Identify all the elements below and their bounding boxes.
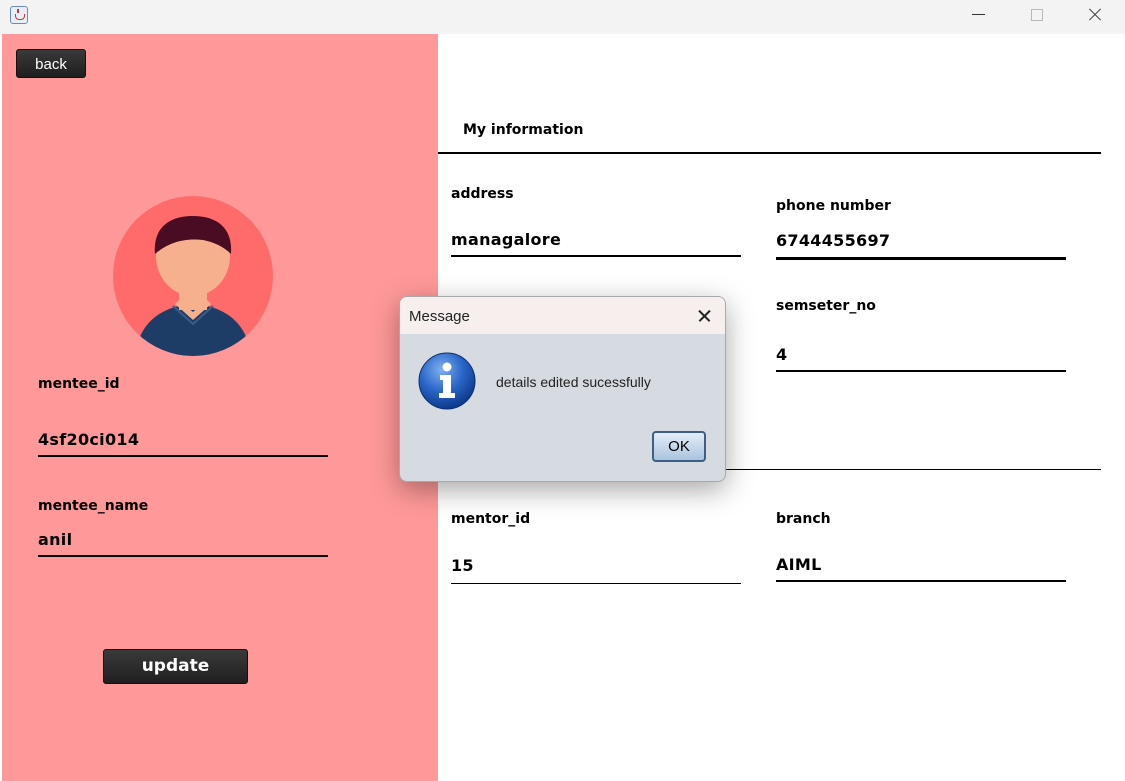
mentee-id-field[interactable]: 4sf20ci014 bbox=[38, 430, 139, 449]
semester-label: semseter_no bbox=[776, 298, 876, 314]
mentee-name-label: mentee_name bbox=[38, 498, 149, 514]
semester-underline bbox=[776, 370, 1066, 372]
mentor-id-field[interactable]: 15 bbox=[451, 556, 474, 575]
title-bar bbox=[0, 0, 1125, 34]
address-field[interactable]: managalore bbox=[451, 230, 561, 249]
phone-field[interactable]: 6744455697 bbox=[776, 231, 890, 250]
address-underline bbox=[451, 255, 741, 257]
top-divider bbox=[438, 152, 1101, 154]
back-button[interactable]: back bbox=[16, 49, 86, 78]
dialog-message: details edited sucessfully bbox=[496, 374, 651, 390]
mentor-id-label: mentor_id bbox=[451, 511, 531, 527]
profile-panel: back mentee_id 4sf20ci014 mentee_name an… bbox=[2, 34, 438, 781]
branch-underline bbox=[776, 580, 1066, 582]
branch-label: branch bbox=[776, 511, 831, 527]
message-dialog: Message details edited sucessfully OK bbox=[399, 296, 726, 482]
app-window: back mentee_id 4sf20ci014 mentee_name an… bbox=[0, 0, 1125, 781]
java-app-icon bbox=[10, 6, 28, 24]
avatar-icon bbox=[113, 196, 273, 356]
branch-field[interactable]: AIML bbox=[776, 555, 822, 574]
mentee-name-underline bbox=[38, 555, 328, 557]
semester-field[interactable]: 4 bbox=[776, 345, 787, 364]
section-title: My information bbox=[463, 122, 584, 138]
dialog-close-button[interactable] bbox=[690, 302, 718, 330]
phone-underline bbox=[776, 257, 1066, 260]
maximize-button[interactable] bbox=[1013, 0, 1059, 34]
phone-label: phone number bbox=[776, 198, 891, 214]
update-button[interactable]: update bbox=[103, 649, 248, 684]
ok-button[interactable]: OK bbox=[652, 431, 706, 462]
mentor-id-underline bbox=[451, 583, 741, 584]
dialog-title-bar: Message bbox=[400, 297, 725, 334]
dialog-title: Message bbox=[409, 308, 470, 325]
mentee-id-label: mentee_id bbox=[38, 376, 120, 392]
close-window-button[interactable] bbox=[1071, 0, 1117, 34]
mentee-id-underline bbox=[38, 455, 328, 457]
address-label: address bbox=[451, 186, 514, 202]
mentee-name-field[interactable]: anil bbox=[38, 530, 72, 549]
minimize-button[interactable] bbox=[955, 0, 1001, 34]
info-icon bbox=[418, 352, 476, 410]
